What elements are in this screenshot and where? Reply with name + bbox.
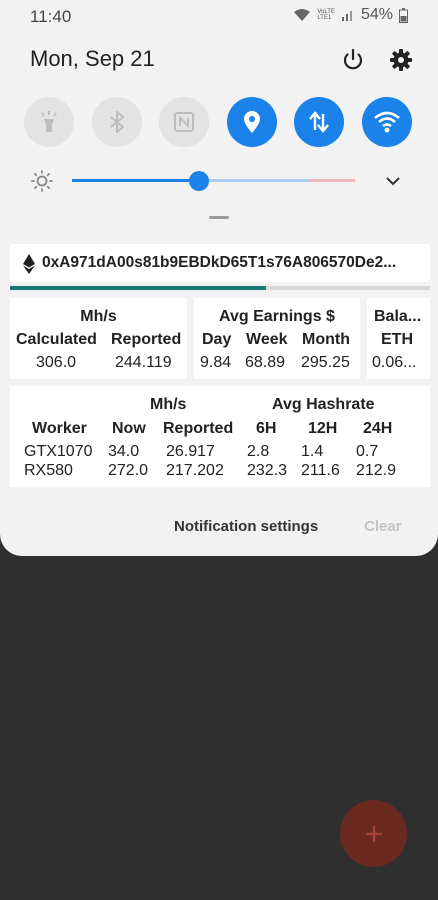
clear-button[interactable]: Clear xyxy=(364,518,402,535)
volte-label: VoLTE LTE1 xyxy=(317,9,335,21)
day-value: 9.84 xyxy=(200,354,232,371)
nfc-toggle[interactable] xyxy=(159,97,209,147)
12h-header: 12H xyxy=(308,420,338,437)
status-time: 11:40 xyxy=(30,7,72,26)
status-icons: VoLTE LTE1 54% xyxy=(293,6,408,24)
earnings-title: Avg Earnings $ xyxy=(219,308,335,325)
wifi-toggle[interactable] xyxy=(361,97,412,147)
week-value: 68.89 xyxy=(245,354,286,371)
worker-reported: 217.202 xyxy=(166,462,224,479)
balance-value: 0.06... xyxy=(372,354,417,371)
hashrate-title: Mh/s xyxy=(80,308,117,325)
worker-name: GTX1070 xyxy=(24,443,93,460)
24h-header: 24H xyxy=(363,420,393,437)
brightness-slider-warning-zone xyxy=(309,179,355,182)
now-header: Now xyxy=(112,420,146,437)
settings-button[interactable] xyxy=(388,47,414,73)
workers-avg-title: Avg Hashrate xyxy=(272,396,375,413)
battery-percent: 54% xyxy=(360,6,393,23)
day-header: Day xyxy=(202,331,232,348)
quick-settings xyxy=(24,97,412,147)
reported-header: Reported xyxy=(111,331,182,348)
month-value: 295.25 xyxy=(301,354,350,371)
reported-value: 244.119 xyxy=(115,354,172,371)
add-fab-button[interactable] xyxy=(340,800,407,867)
worker-now: 272.0 xyxy=(108,462,149,479)
drag-handle[interactable] xyxy=(209,216,229,219)
notification-settings-button[interactable]: Notification settings xyxy=(174,518,318,535)
worker-name: RX580 xyxy=(24,462,73,479)
calculated-header: Calculated xyxy=(16,331,97,348)
wallet-address: 0xA971dA00s81b9EBDkD65T1s76A806570De2... xyxy=(42,254,397,271)
balance-title: Bala... xyxy=(374,308,422,325)
balance-unit: ETH xyxy=(381,331,413,348)
workers-mhs-title: Mh/s xyxy=(150,396,187,413)
wallet-address-card[interactable]: 0xA971dA00s81b9EBDkD65T1s76A806570De2... xyxy=(10,244,430,282)
6h-header: 6H xyxy=(256,420,277,437)
workers-card: Mh/s Avg Hashrate Worker Now Reported 6H… xyxy=(10,386,430,487)
balance-card: Bala... ETH 0.06... xyxy=(367,298,430,379)
nfc-icon xyxy=(174,112,194,132)
worker-24h: 0.7 xyxy=(356,443,379,460)
worker-6h: 2.8 xyxy=(247,443,270,460)
bluetooth-icon xyxy=(109,111,124,133)
brightness-row xyxy=(0,166,438,196)
brightness-slider[interactable] xyxy=(72,171,355,191)
earnings-card: Avg Earnings $ Day Week Month 9.84 68.89… xyxy=(194,298,360,379)
ethereum-icon xyxy=(23,254,35,274)
calculated-value: 306.0 xyxy=(36,354,77,371)
wifi-status-icon xyxy=(293,8,311,22)
worker-header: Worker xyxy=(32,420,87,437)
worker-6h: 232.3 xyxy=(247,462,288,479)
plus-icon xyxy=(365,825,382,842)
gear-icon xyxy=(390,49,412,71)
notification-shade: 11:40 VoLTE LTE1 54% Mon, Sep 21 0xA971d… xyxy=(0,0,438,556)
wifi-icon xyxy=(373,111,400,133)
week-header: Week xyxy=(246,331,288,348)
worker-12h: 211.6 xyxy=(301,462,340,479)
status-bar: 11:40 VoLTE LTE1 54% xyxy=(0,0,438,32)
worker-24h: 212.9 xyxy=(356,462,397,479)
brightness-icon xyxy=(31,170,53,192)
brightness-slider-fill xyxy=(72,179,200,182)
brightness-slider-thumb[interactable] xyxy=(189,171,210,191)
flashlight-toggle[interactable] xyxy=(24,97,74,147)
power-button[interactable] xyxy=(340,47,366,73)
worker-12h: 1.4 xyxy=(301,443,324,460)
worker-now: 34.0 xyxy=(108,443,140,460)
hashrate-card: Mh/s Calculated Reported 306.0 244.119 xyxy=(10,298,187,379)
signal-icon xyxy=(341,8,355,22)
mobile-data-icon xyxy=(309,111,329,133)
worker-reported: 26.917 xyxy=(166,443,215,460)
month-header: Month xyxy=(302,331,350,348)
location-icon xyxy=(243,111,260,133)
location-toggle[interactable] xyxy=(226,97,277,147)
bluetooth-toggle[interactable] xyxy=(91,97,142,147)
sync-progress-bar xyxy=(10,286,430,290)
sync-progress-fill xyxy=(10,286,267,290)
reported-col-header: Reported xyxy=(163,420,234,437)
mobile-data-toggle[interactable] xyxy=(294,97,344,147)
date-label: Mon, Sep 21 xyxy=(30,46,155,71)
chevron-down-icon[interactable] xyxy=(383,171,403,191)
battery-icon xyxy=(399,7,408,23)
power-icon xyxy=(343,48,363,70)
flashlight-icon xyxy=(41,111,57,132)
